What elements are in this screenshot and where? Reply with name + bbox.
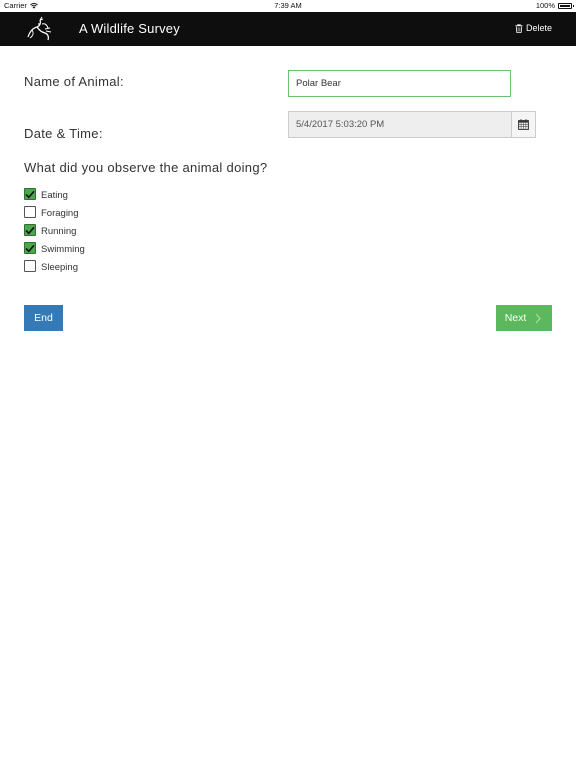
next-button[interactable]: Next <box>496 305 552 331</box>
trash-icon <box>515 23 523 33</box>
check-icon <box>25 244 35 252</box>
calendar-button[interactable] <box>511 111 536 138</box>
end-label: End <box>34 312 53 324</box>
observe-question: What did you observe the animal doing? <box>24 160 268 175</box>
checkbox-box[interactable] <box>24 188 36 200</box>
page-title: A Wildlife Survey <box>79 21 180 36</box>
checkbox-label: Sleeping <box>41 261 78 273</box>
name-of-animal-label: Name of Animal: <box>24 74 124 89</box>
battery-indicator: 100% <box>535 1 574 10</box>
checkbox-box[interactable] <box>24 242 36 254</box>
checkbox-box[interactable] <box>24 224 36 236</box>
checkbox-sleeping[interactable]: Sleeping <box>24 258 85 276</box>
checkbox-box[interactable] <box>24 260 36 272</box>
chevron-right-icon <box>535 313 542 323</box>
next-label: Next <box>504 312 527 324</box>
status-bar: Carrier 7:39 AM 100% <box>0 0 576 12</box>
date-time-label: Date & Time: <box>24 126 103 141</box>
date-time-picker <box>288 111 536 138</box>
animal-name-input[interactable] <box>288 70 511 97</box>
date-time-input[interactable] <box>288 111 511 138</box>
checkbox-box[interactable] <box>24 206 36 218</box>
battery-icon <box>558 2 574 9</box>
check-icon <box>25 190 35 198</box>
checkbox-label: Swimming <box>41 243 85 255</box>
app-header: A Wildlife Survey Delete <box>0 12 576 46</box>
checkbox-running[interactable]: Running <box>24 222 85 240</box>
status-time: 7:39 AM <box>274 1 302 10</box>
checkbox-swimming[interactable]: Swimming <box>24 240 85 258</box>
checkbox-eating[interactable]: Eating <box>24 186 85 204</box>
wildlife-logo-icon <box>27 16 52 41</box>
checkbox-label: Running <box>41 225 77 237</box>
observation-checklist: Eating Foraging Running Swimming Sleepin… <box>24 186 85 276</box>
checkbox-label: Foraging <box>41 207 79 219</box>
check-icon <box>25 226 35 234</box>
checkbox-foraging[interactable]: Foraging <box>24 204 85 222</box>
delete-button[interactable]: Delete <box>515 23 552 33</box>
battery-percent: 100% <box>535 1 555 10</box>
checkbox-label: Eating <box>41 189 68 201</box>
delete-label: Delete <box>525 23 552 33</box>
calendar-icon <box>518 119 529 130</box>
end-button[interactable]: End <box>24 305 63 331</box>
